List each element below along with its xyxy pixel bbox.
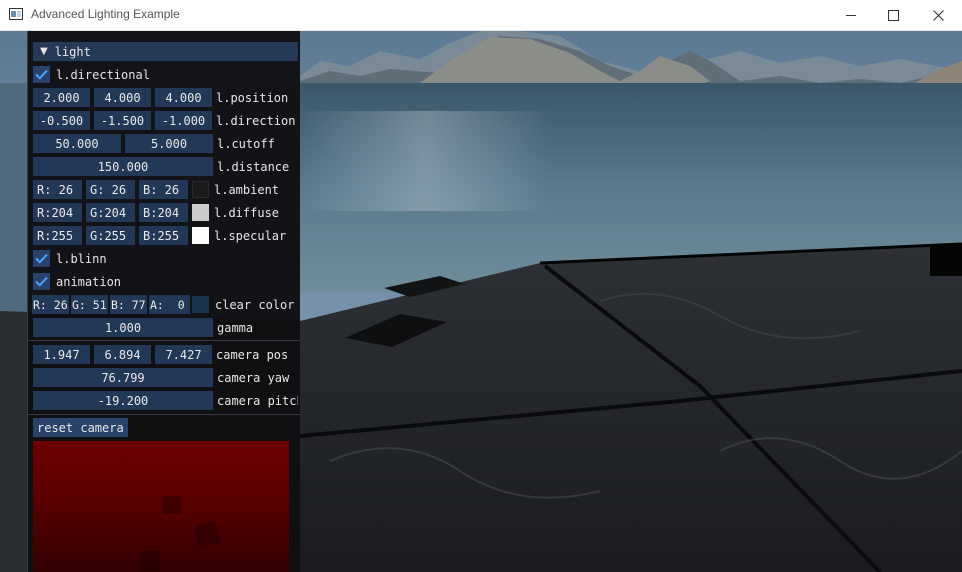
camera-pitch-field[interactable]: -19.200	[33, 391, 213, 410]
blinn-checkbox[interactable]	[33, 250, 50, 267]
specular-b-field[interactable]: B:255	[139, 226, 188, 245]
cutoff-label: l.cutoff	[217, 136, 275, 151]
camera-pos-z-field[interactable]: 7.427	[155, 345, 212, 364]
title-bar: Advanced Lighting Example	[0, 0, 962, 31]
camera-yaw-label: camera yaw	[217, 370, 290, 385]
direction-row: -0.500 -1.500 -1.000 l.direction	[33, 111, 295, 130]
camera-pos-y-field[interactable]: 6.894	[94, 345, 151, 364]
directional-row: l.directional	[33, 65, 150, 84]
camera-pos-x-field[interactable]: 1.947	[33, 345, 90, 364]
maximize-icon	[887, 10, 899, 21]
header-label: light	[54, 44, 91, 59]
maximize-button[interactable]	[870, 0, 916, 31]
ambient-b-field[interactable]: B: 26	[139, 180, 188, 199]
preview-cube	[140, 551, 160, 571]
ambient-r-field[interactable]: R: 26	[33, 180, 82, 199]
position-y-field[interactable]: 4.000	[94, 88, 151, 107]
gamma-row: 1.000 gamma	[33, 318, 253, 337]
cutoff-row: 50.000 5.000 l.cutoff	[33, 134, 275, 153]
camera-pos-row: 1.947 6.894 7.427 camera pos	[33, 345, 288, 364]
directional-label: l.directional	[56, 67, 150, 82]
camera-yaw-field[interactable]: 76.799	[33, 368, 213, 387]
collapse-triangle-icon: ▼	[40, 46, 48, 57]
ambient-row: R: 26 G: 26 B: 26 l.ambient	[33, 180, 279, 199]
animation-row: animation	[33, 272, 121, 291]
blinn-label: l.blinn	[56, 251, 107, 266]
checkmark-icon	[35, 253, 48, 264]
distance-field[interactable]: 150.000	[33, 157, 213, 176]
animation-label: animation	[56, 274, 122, 289]
animation-checkbox[interactable]	[33, 273, 50, 290]
close-icon	[932, 10, 944, 21]
clear-g-field[interactable]: G: 51	[71, 295, 108, 314]
position-z-field[interactable]: 4.000	[155, 88, 212, 107]
window-title: Advanced Lighting Example	[31, 7, 180, 21]
diffuse-label: l.diffuse	[214, 205, 280, 220]
direction-z-field[interactable]: -1.000	[155, 111, 212, 130]
specular-color-swatch[interactable]	[192, 227, 209, 244]
camera-pitch-label: camera pitch	[217, 393, 298, 408]
minimize-icon	[846, 15, 856, 16]
preview-cube	[193, 520, 221, 548]
diffuse-g-field[interactable]: G:204	[86, 203, 135, 222]
minimize-button[interactable]	[828, 0, 874, 31]
clear-color-row: R: 26 G: 51 B: 77 A: 0 clear color	[32, 295, 294, 314]
close-button[interactable]	[915, 0, 961, 31]
distance-label: l.distance	[217, 159, 290, 174]
directional-checkbox[interactable]	[33, 66, 50, 83]
gamma-field[interactable]: 1.000	[33, 318, 213, 337]
position-x-field[interactable]: 2.000	[33, 88, 90, 107]
preview-cube	[163, 496, 181, 514]
camera-pitch-row: -19.200 camera pitch	[33, 391, 298, 410]
ambient-color-swatch[interactable]	[192, 181, 209, 198]
direction-x-field[interactable]: -0.500	[33, 111, 90, 130]
direction-y-field[interactable]: -1.500	[94, 111, 151, 130]
separator	[28, 414, 301, 415]
diffuse-r-field[interactable]: R:204	[33, 203, 82, 222]
specular-r-field[interactable]: R:255	[33, 226, 82, 245]
app-icon	[9, 8, 23, 20]
light-section-header[interactable]: ▼ light	[33, 42, 298, 61]
specular-row: R:255 G:255 B:255 l.specular	[33, 226, 286, 245]
clear-r-field[interactable]: R: 26	[32, 295, 69, 314]
clear-color-label: clear color	[215, 297, 295, 312]
diffuse-b-field[interactable]: B:204	[139, 203, 188, 222]
specular-label: l.specular	[214, 228, 287, 243]
clear-a-field[interactable]: A: 0	[149, 295, 190, 314]
clear-b-field[interactable]: B: 77	[110, 295, 147, 314]
specular-g-field[interactable]: G:255	[86, 226, 135, 245]
settings-panel: ▼ light l.directional 2.000 4.000 4.000 …	[27, 31, 301, 572]
camera-pos-label: camera pos	[216, 347, 289, 362]
distance-row: 150.000 l.distance	[33, 157, 289, 176]
position-label: l.position	[216, 90, 289, 105]
diffuse-color-swatch[interactable]	[192, 204, 209, 221]
ambient-label: l.ambient	[214, 182, 280, 197]
separator	[28, 340, 301, 341]
clear-color-swatch[interactable]	[192, 296, 209, 313]
blinn-row: l.blinn	[33, 249, 107, 268]
cutoff-outer-field[interactable]: 5.000	[125, 134, 213, 153]
diffuse-row: R:204 G:204 B:204 l.diffuse	[33, 203, 279, 222]
depth-map-preview	[33, 441, 289, 572]
cutoff-inner-field[interactable]: 50.000	[33, 134, 121, 153]
reset-camera-button[interactable]: reset camera	[33, 418, 128, 437]
direction-label: l.direction	[216, 113, 296, 128]
camera-yaw-row: 76.799 camera yaw	[33, 368, 289, 387]
gamma-label: gamma	[217, 320, 254, 335]
position-row: 2.000 4.000 4.000 l.position	[33, 88, 288, 107]
checkmark-icon	[35, 276, 48, 287]
checkmark-icon	[35, 69, 48, 80]
ambient-g-field[interactable]: G: 26	[86, 180, 135, 199]
